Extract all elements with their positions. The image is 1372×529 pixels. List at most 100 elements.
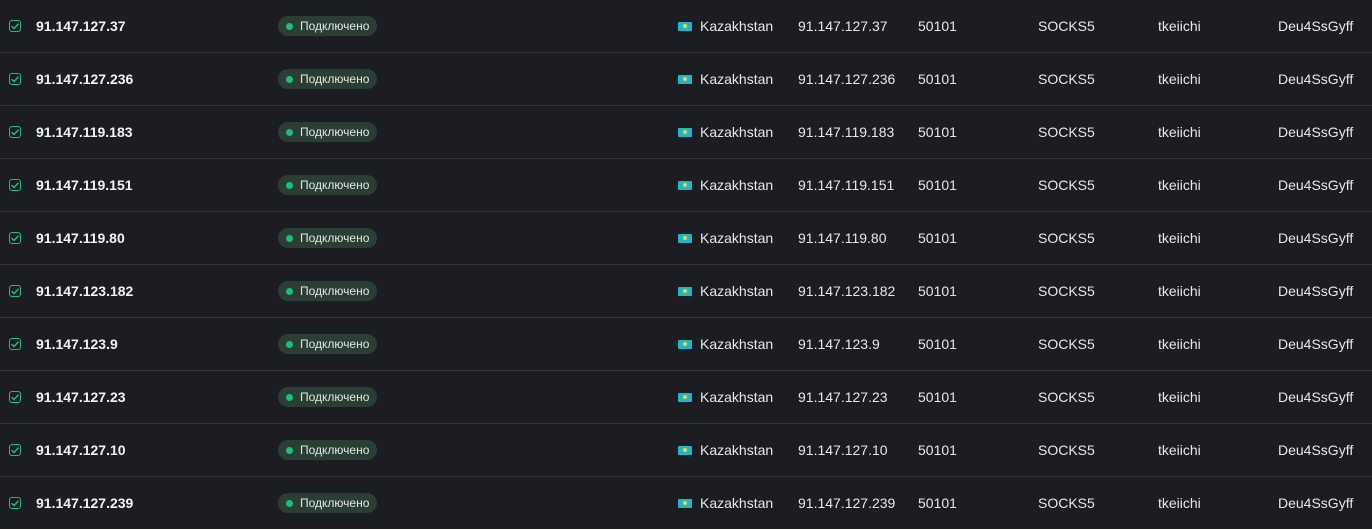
status-label: Подключено (300, 496, 370, 510)
proxy-name[interactable]: 91.147.127.37 (36, 0, 126, 52)
proxy-ip: 91.147.127.23 (798, 389, 888, 405)
country-cell: Kazakhstan (678, 371, 773, 423)
status-cell: Подключено (278, 159, 378, 211)
proxy-ip: 91.147.123.9 (798, 336, 880, 352)
checkbox-checked-icon[interactable] (9, 179, 21, 191)
kazakhstan-flag-icon (678, 74, 692, 84)
proxy-name[interactable]: 91.147.119.80 (36, 212, 125, 264)
kazakhstan-flag-icon (678, 286, 692, 296)
kazakhstan-flag-icon (678, 180, 692, 190)
proxy-username: tkeiichi (1158, 389, 1201, 405)
row-checkbox[interactable] (9, 212, 21, 264)
proxy-ip: 91.147.127.10 (798, 442, 888, 458)
country-label: Kazakhstan (700, 177, 774, 193)
proxy-port: 50101 (918, 124, 957, 140)
status-dot-icon (286, 446, 293, 454)
proxy-name[interactable]: 91.147.127.239 (36, 477, 133, 529)
proxy-protocol: SOCKS5 (1038, 124, 1095, 140)
row-checkbox[interactable] (9, 371, 21, 423)
status-cell: Подключено (278, 424, 378, 476)
status-badge: Подключено (278, 493, 378, 513)
proxy-username: tkeiichi (1158, 336, 1201, 352)
table-row[interactable]: 91.147.127.236 Подключено Kazakhstan 91.… (0, 53, 1372, 106)
table-row[interactable]: 91.147.119.80 Подключено Kazakhstan 91.1… (0, 212, 1372, 265)
proxy-name[interactable]: 91.147.119.183 (36, 106, 133, 158)
kazakhstan-flag-icon (678, 127, 692, 137)
row-checkbox[interactable] (9, 159, 21, 211)
checkbox-checked-icon[interactable] (9, 73, 21, 85)
row-checkbox[interactable] (9, 265, 21, 317)
proxy-protocol: SOCKS5 (1038, 442, 1095, 458)
checkbox-checked-icon[interactable] (9, 338, 21, 350)
checkbox-checked-icon[interactable] (9, 391, 21, 403)
table-row[interactable]: 91.147.127.37 Подключено Kazakhstan 91.1… (0, 0, 1372, 53)
table-row[interactable]: 91.147.119.151 Подключено Kazakhstan 91.… (0, 159, 1372, 212)
proxy-port: 50101 (918, 495, 957, 511)
status-cell: Подключено (278, 371, 378, 423)
row-checkbox[interactable] (9, 53, 21, 105)
country-cell: Kazakhstan (678, 0, 773, 52)
kazakhstan-flag-icon (678, 339, 692, 349)
status-dot-icon (286, 181, 293, 189)
table-row[interactable]: 91.147.123.9 Подключено Kazakhstan 91.14… (0, 318, 1372, 371)
status-dot-icon (286, 393, 293, 401)
kazakhstan-flag-icon (678, 21, 692, 31)
country-cell: Kazakhstan (678, 318, 773, 370)
proxy-password: Deu4SsGyff (1278, 18, 1354, 34)
status-label: Подключено (300, 231, 370, 245)
proxy-name[interactable]: 91.147.127.23 (36, 371, 126, 423)
row-checkbox[interactable] (9, 424, 21, 476)
proxy-name[interactable]: 91.147.123.182 (36, 265, 133, 317)
proxy-name[interactable]: 91.147.119.151 (36, 159, 133, 211)
proxy-ip: 91.147.119.151 (798, 177, 895, 193)
status-cell: Подключено (278, 477, 378, 529)
status-badge: Подключено (278, 228, 378, 248)
proxy-ip: 91.147.127.37 (798, 18, 888, 34)
table-row[interactable]: 91.147.127.239 Подключено Kazakhstan 91.… (0, 477, 1372, 529)
status-label: Подключено (300, 125, 370, 139)
proxy-ip: 91.147.127.239 (798, 495, 896, 511)
proxy-protocol: SOCKS5 (1038, 389, 1095, 405)
proxy-name[interactable]: 91.147.127.236 (36, 53, 133, 105)
checkbox-checked-icon[interactable] (9, 20, 21, 32)
checkbox-checked-icon[interactable] (9, 285, 21, 297)
proxy-username: tkeiichi (1158, 230, 1201, 246)
table-row[interactable]: 91.147.119.183 Подключено Kazakhstan 91.… (0, 106, 1372, 159)
row-checkbox[interactable] (9, 0, 21, 52)
status-label: Подключено (300, 443, 370, 457)
table-row[interactable]: 91.147.127.10 Подключено Kazakhstan 91.1… (0, 424, 1372, 477)
status-cell: Подключено (278, 212, 378, 264)
proxy-port: 50101 (918, 336, 957, 352)
country-label: Kazakhstan (700, 18, 774, 34)
checkbox-checked-icon[interactable] (9, 126, 21, 138)
checkbox-checked-icon[interactable] (9, 232, 21, 244)
status-label: Подключено (300, 178, 370, 192)
checkbox-checked-icon[interactable] (9, 497, 21, 509)
row-checkbox[interactable] (9, 318, 21, 370)
country-cell: Kazakhstan (678, 212, 773, 264)
proxy-username: tkeiichi (1158, 124, 1201, 140)
country-label: Kazakhstan (700, 495, 774, 511)
table-row[interactable]: 91.147.123.182 Подключено Kazakhstan 91.… (0, 265, 1372, 318)
country-cell: Kazakhstan (678, 424, 773, 476)
proxy-protocol: SOCKS5 (1038, 495, 1095, 511)
proxy-name[interactable]: 91.147.127.10 (36, 424, 126, 476)
country-label: Kazakhstan (700, 283, 774, 299)
row-checkbox[interactable] (9, 477, 21, 529)
status-dot-icon (286, 340, 293, 348)
proxy-protocol: SOCKS5 (1038, 230, 1095, 246)
checkbox-checked-icon[interactable] (9, 444, 21, 456)
proxy-protocol: SOCKS5 (1038, 283, 1095, 299)
status-cell: Подключено (278, 265, 378, 317)
kazakhstan-flag-icon (678, 233, 692, 243)
proxy-name[interactable]: 91.147.123.9 (36, 318, 118, 370)
status-dot-icon (286, 499, 293, 507)
proxy-port: 50101 (918, 230, 957, 246)
status-cell: Подключено (278, 318, 378, 370)
proxy-protocol: SOCKS5 (1038, 336, 1095, 352)
status-badge: Подключено (278, 440, 378, 460)
table-row[interactable]: 91.147.127.23 Подключено Kazakhstan 91.1… (0, 371, 1372, 424)
row-checkbox[interactable] (9, 106, 21, 158)
proxy-username: tkeiichi (1158, 495, 1201, 511)
status-cell: Подключено (278, 53, 378, 105)
